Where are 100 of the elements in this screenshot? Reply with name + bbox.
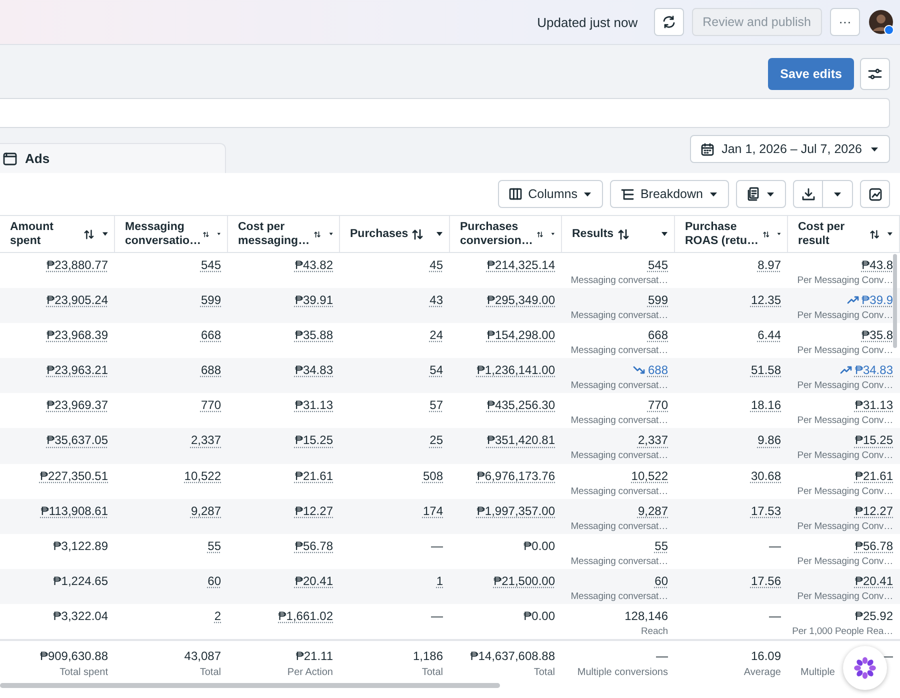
- table-value[interactable]: 770: [648, 398, 668, 412]
- table-value[interactable]: 30.68: [750, 468, 781, 483]
- table-value[interactable]: ₱31.13: [854, 398, 893, 412]
- column-header[interactable]: Messaging conversatio…: [115, 216, 228, 252]
- table-value[interactable]: 24: [430, 328, 443, 342]
- table-value[interactable]: ₱23,880.77: [46, 258, 108, 272]
- table-value[interactable]: 25: [430, 433, 443, 448]
- table-value[interactable]: 668: [200, 328, 221, 342]
- table-value[interactable]: 545: [648, 258, 668, 272]
- table-value[interactable]: 9,287: [638, 504, 668, 518]
- table-value[interactable]: 54: [430, 363, 443, 378]
- table-value[interactable]: 1: [436, 574, 443, 588]
- vertical-scrollbar[interactable]: [893, 254, 897, 348]
- caret-icon[interactable]: [217, 231, 221, 237]
- column-header[interactable]: Cost per result: [788, 216, 900, 252]
- caret-icon[interactable]: [887, 231, 893, 237]
- refresh-button[interactable]: [654, 8, 684, 36]
- assistant-button[interactable]: [843, 646, 887, 690]
- column-header[interactable]: Amount spent: [0, 216, 115, 252]
- caret-icon[interactable]: [328, 231, 333, 237]
- column-header[interactable]: Purchase ROAS (retu…: [675, 216, 788, 252]
- table-value[interactable]: ₱20.41: [854, 574, 893, 588]
- table-value[interactable]: ₱56.78: [854, 538, 893, 553]
- table-value[interactable]: 10,522: [631, 468, 668, 483]
- export-button[interactable]: [793, 180, 823, 208]
- table-value[interactable]: 10,522: [184, 468, 221, 483]
- sort-icon[interactable]: [84, 228, 94, 240]
- breakdown-button[interactable]: Breakdown: [610, 180, 729, 208]
- more-button[interactable]: ···: [830, 8, 860, 36]
- table-value[interactable]: ₱35.88: [294, 328, 333, 342]
- table-value[interactable]: ₱435,256.30: [486, 398, 555, 412]
- table-value[interactable]: ₱214,325.14: [486, 258, 555, 272]
- table-value[interactable]: 688: [200, 363, 221, 378]
- table-value[interactable]: ₱39.9: [862, 293, 893, 308]
- caret-icon[interactable]: [776, 231, 781, 237]
- table-value[interactable]: ₱6,976,173.76: [476, 468, 555, 483]
- table-value[interactable]: ₱43.82: [294, 258, 333, 272]
- table-value[interactable]: 12.35: [750, 293, 781, 308]
- table-value[interactable]: 668: [648, 328, 668, 342]
- table-value[interactable]: 55: [654, 538, 668, 553]
- sort-icon[interactable]: [870, 228, 880, 240]
- table-value[interactable]: 60: [208, 574, 221, 588]
- sort-icon[interactable]: [314, 228, 321, 240]
- table-value[interactable]: ₱43.8: [862, 258, 893, 272]
- table-value[interactable]: 8.97: [758, 258, 781, 272]
- table-value[interactable]: 2,337: [638, 433, 668, 448]
- columns-button[interactable]: Columns: [498, 180, 604, 208]
- table-value[interactable]: ₱154,298.00: [486, 328, 555, 342]
- table-value[interactable]: ₱31.13: [294, 398, 333, 412]
- table-value[interactable]: 51.58: [750, 363, 781, 378]
- table-value[interactable]: 599: [648, 293, 668, 308]
- table-value[interactable]: 9.86: [758, 433, 781, 448]
- sort-icon[interactable]: [762, 228, 769, 240]
- table-value[interactable]: ₱227,350.51: [40, 468, 108, 483]
- save-edits-button[interactable]: Save edits: [768, 58, 854, 90]
- table-value[interactable]: 17.56: [750, 574, 781, 588]
- caret-icon[interactable]: [436, 231, 443, 237]
- table-value[interactable]: ₱35.8: [862, 328, 893, 342]
- column-header[interactable]: Purchases: [340, 216, 450, 252]
- table-value[interactable]: ₱12.27: [294, 504, 333, 518]
- table-value[interactable]: 60: [654, 574, 668, 588]
- table-value[interactable]: 770: [200, 398, 221, 412]
- avatar[interactable]: [868, 9, 894, 35]
- table-value[interactable]: ₱21.61: [294, 468, 333, 483]
- sort-icon[interactable]: [203, 228, 210, 240]
- table-value[interactable]: 2,337: [190, 433, 221, 448]
- table-value[interactable]: 17.53: [750, 504, 781, 518]
- caret-icon[interactable]: [551, 231, 555, 237]
- table-value[interactable]: 18.16: [750, 398, 781, 412]
- table-value[interactable]: ₱15.25: [854, 433, 893, 448]
- table-value[interactable]: 55: [208, 538, 221, 553]
- table-value[interactable]: 43: [430, 293, 443, 308]
- sort-icon[interactable]: [618, 228, 629, 240]
- charts-button[interactable]: [860, 180, 890, 208]
- table-value[interactable]: ₱21.61: [854, 468, 893, 483]
- table-value[interactable]: 2: [214, 608, 221, 623]
- table-value[interactable]: 57: [430, 398, 443, 412]
- sort-icon[interactable]: [537, 228, 544, 240]
- table-value[interactable]: 6.44: [758, 328, 781, 342]
- table-value[interactable]: 508: [422, 468, 443, 483]
- horizontal-scrollbar[interactable]: [0, 683, 500, 688]
- table-value[interactable]: 174: [422, 504, 443, 518]
- table-value[interactable]: ₱34.83: [294, 363, 333, 378]
- column-header[interactable]: Purchases conversion…: [450, 216, 562, 252]
- table-value[interactable]: ₱1,661.02: [278, 608, 333, 623]
- search-field[interactable]: [0, 98, 890, 128]
- table-value[interactable]: ₱12.27: [854, 504, 893, 518]
- settings-button[interactable]: [860, 58, 890, 90]
- column-header[interactable]: Cost per messaging…: [228, 216, 340, 252]
- ads-tab[interactable]: Ads: [0, 143, 226, 173]
- table-value[interactable]: 599: [200, 293, 221, 308]
- table-value[interactable]: ₱23,969.37: [46, 398, 108, 412]
- sort-icon[interactable]: [412, 228, 424, 240]
- reports-button[interactable]: [736, 180, 786, 208]
- table-value[interactable]: ₱20.41: [294, 574, 333, 588]
- table-value[interactable]: 9,287: [190, 504, 221, 518]
- date-range-button[interactable]: Jan 1, 2026 – Jul 7, 2026: [690, 135, 890, 163]
- caret-icon[interactable]: [102, 231, 108, 237]
- table-value[interactable]: ₱23,968.39: [46, 328, 108, 342]
- table-value[interactable]: 688: [648, 363, 668, 378]
